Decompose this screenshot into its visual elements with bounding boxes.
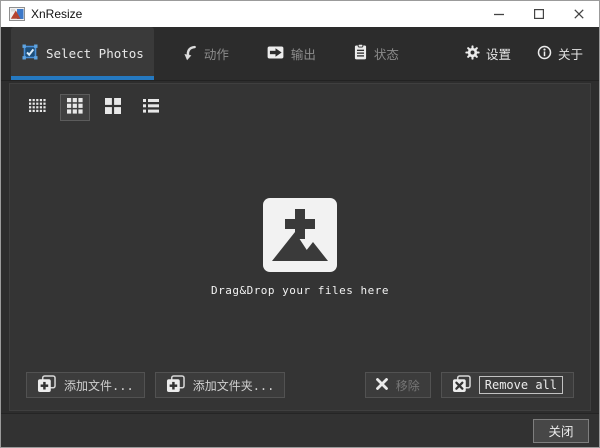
grid-large-icon [105,98,121,118]
app-logo-icon [9,6,25,22]
window-title: XnResize [31,7,82,21]
add-buttons-group: 添加文件... 添加文件夹... [26,372,285,398]
view-list-button[interactable] [136,94,166,121]
remove-all-button[interactable]: Remove all [441,372,574,398]
close-window-button[interactable] [559,1,599,27]
clipboard-icon [354,44,367,63]
undo-arrow-icon [182,44,197,64]
add-folder-icon [166,375,185,396]
footer-bar: 关闭 [1,413,599,447]
view-grid-medium-button[interactable] [60,94,90,121]
tab-output[interactable]: 输出 [257,27,326,80]
x-mark-icon [376,378,388,393]
stacked-x-icon [452,375,471,396]
titlebar: XnResize [1,1,599,27]
about-button[interactable]: 关于 [537,44,583,63]
main-panel: Drag&Drop your files here [9,83,591,411]
settings-label: 设置 [486,44,511,63]
add-folder-button[interactable]: 添加文件夹... [155,372,286,398]
export-icon [267,46,284,62]
tab-label: Select Photos [46,46,144,61]
dropzone-hint: Drag&Drop your files here [211,284,389,297]
add-files-button[interactable]: 添加文件... [26,372,145,398]
about-label: 关于 [558,44,583,63]
info-icon [537,45,552,63]
close-button[interactable]: 关闭 [533,419,589,443]
tab-select-photos[interactable]: Select Photos [11,27,154,80]
minimize-button[interactable] [479,1,519,27]
tab-label: 状态 [374,44,399,63]
dropzone[interactable]: Drag&Drop your files here [10,121,590,372]
file-actions-row: 添加文件... 添加文件夹... [10,372,590,410]
remove-label: 移除 [396,377,420,394]
image-plus-mountains-icon [262,197,338,277]
tabbar: Select Photos 动作 输出 [1,27,599,81]
tab-label: 输出 [291,44,316,63]
add-folder-label: 添加文件夹... [193,377,275,394]
gear-icon [465,45,480,63]
tab-label: 动作 [204,44,229,63]
view-grid-large-button[interactable] [98,94,128,121]
list-icon [143,98,159,117]
app-window: XnResize [0,0,600,448]
tabbar-right-menu: 设置 关于 [465,27,599,80]
add-file-icon [37,375,56,396]
remove-button[interactable]: 移除 [365,372,431,398]
settings-button[interactable]: 设置 [465,44,511,63]
remove-all-label: Remove all [479,376,563,394]
grid-small-icon [29,98,46,117]
view-mode-toolbar [10,84,590,121]
tab-status[interactable]: 状态 [344,27,409,80]
selection-check-icon [21,43,39,64]
tab-action[interactable]: 动作 [172,27,239,80]
remove-buttons-group: 移除 Remove all [365,372,574,398]
grid-medium-icon [67,98,83,118]
add-files-label: 添加文件... [64,377,134,394]
window-controls [479,1,599,27]
maximize-button[interactable] [519,1,559,27]
view-grid-small-button[interactable] [22,94,52,121]
